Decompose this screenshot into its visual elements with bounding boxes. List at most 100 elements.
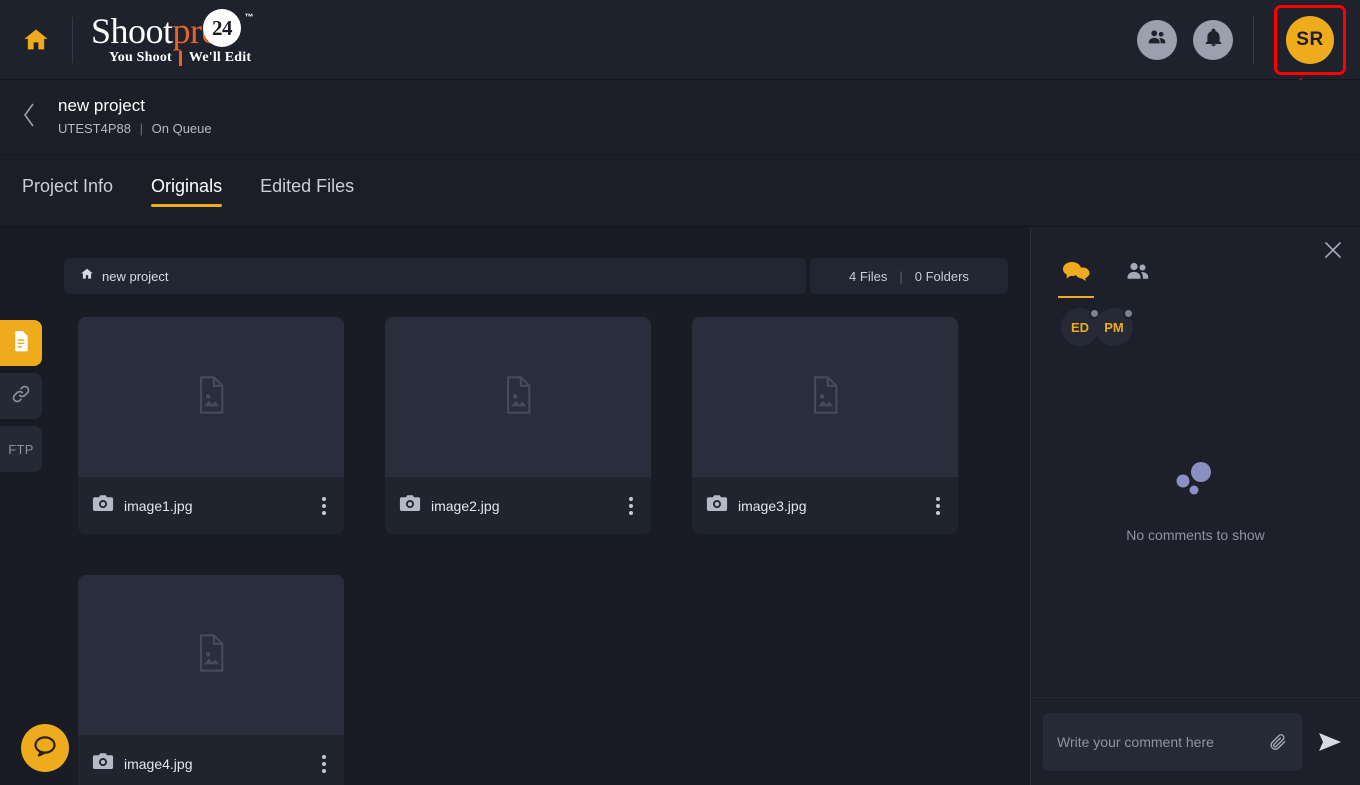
rail-item-link[interactable] <box>0 373 42 419</box>
panel-tab-members[interactable] <box>1125 260 1151 298</box>
paperclip-icon[interactable] <box>1268 732 1288 752</box>
tagline-right: We'll Edit <box>189 50 251 66</box>
file-card[interactable]: image4.jpg <box>78 575 344 785</box>
breadcrumb-path: new project <box>102 269 168 284</box>
file-card-footer: image2.jpg <box>385 477 651 534</box>
trademark-icon: ™ <box>245 0 254 35</box>
logo-badge-text: 24 <box>212 10 232 46</box>
project-sub-separator: | <box>140 121 143 136</box>
link-icon <box>10 383 32 410</box>
rail-item-ftp[interactable]: FTP <box>0 426 42 472</box>
breadcrumb[interactable]: new project <box>64 258 806 294</box>
member-avatar[interactable]: PM <box>1095 308 1133 346</box>
topbar-right-divider <box>1253 16 1254 64</box>
page-title: new project <box>58 95 212 117</box>
tab-project-info[interactable]: Project Info <box>22 175 113 207</box>
home-icon <box>21 26 51 54</box>
status-badge: On Queue <box>152 121 212 136</box>
user-avatar-wrapper: SR <box>1274 5 1346 75</box>
tab-originals[interactable]: Originals <box>151 175 222 207</box>
team-button[interactable] <box>1137 20 1177 60</box>
file-name: image4.jpg <box>124 756 306 772</box>
notifications-button[interactable] <box>1193 20 1233 60</box>
file-counts: 4 Files | 0 Folders <box>810 258 1008 294</box>
tagline-left: You Shoot <box>109 50 172 66</box>
side-rail: FTP <box>0 320 42 479</box>
file-card-footer: image3.jpg <box>692 477 958 534</box>
people-icon <box>1146 26 1168 53</box>
project-code: UTEST4P88 <box>58 121 131 136</box>
bell-icon <box>1203 27 1224 53</box>
project-subtitle: UTEST4P88 | On Queue <box>58 119 212 139</box>
empty-state-text: No comments to show <box>1126 527 1265 543</box>
image-placeholder-icon <box>808 375 842 420</box>
tab-bar: Project Info Originals Edited Files <box>0 155 1360 227</box>
camera-icon <box>706 494 728 518</box>
image-placeholder-icon <box>194 633 228 678</box>
file-card[interactable]: image2.jpg <box>385 317 651 534</box>
file-card-footer: image4.jpg <box>78 735 344 785</box>
file-thumbnail <box>78 317 344 477</box>
more-vertical-icon[interactable] <box>316 749 332 779</box>
folders-count: 0 Folders <box>915 269 969 284</box>
close-icon[interactable] <box>1322 239 1344 261</box>
file-grid: image1.jpg <box>42 294 1030 785</box>
comments-panel: ED PM No comments to show <box>1030 227 1360 785</box>
topbar-divider <box>72 17 73 63</box>
status-dot-icon <box>1123 308 1134 319</box>
image-placeholder-icon <box>501 375 535 420</box>
app-root: Shoot pro 24 ™ You Shoot We'll Edit <box>0 0 1360 785</box>
tab-edited-files[interactable]: Edited Files <box>260 175 354 207</box>
avatar[interactable]: SR <box>1286 16 1334 64</box>
logo-tagline: You Shoot We'll Edit <box>109 50 251 66</box>
more-vertical-icon[interactable] <box>930 491 946 521</box>
file-browser: new project 4 Files | 0 Folders <box>42 227 1030 785</box>
chat-bubble-icon <box>32 734 58 763</box>
member-avatar[interactable]: ED <box>1061 308 1099 346</box>
logo-word-shoot: Shoot <box>91 13 173 49</box>
people-icon <box>1125 269 1151 286</box>
more-vertical-icon[interactable] <box>623 491 639 521</box>
file-card[interactable]: image3.jpg <box>692 317 958 534</box>
top-bar: Shoot pro 24 ™ You Shoot We'll Edit <box>0 0 1360 80</box>
panel-tab-comments[interactable] <box>1061 260 1091 298</box>
file-name: image3.jpg <box>738 498 920 514</box>
more-vertical-icon[interactable] <box>316 491 332 521</box>
send-icon[interactable] <box>1312 730 1348 754</box>
home-button[interactable] <box>0 0 72 80</box>
file-name: image1.jpg <box>124 498 306 514</box>
comment-input[interactable] <box>1057 734 1268 750</box>
file-card-footer: image1.jpg <box>78 477 344 534</box>
brand-logo[interactable]: Shoot pro 24 ™ You Shoot We'll Edit <box>91 13 251 66</box>
camera-icon <box>92 494 114 518</box>
logo-wordmark: Shoot pro 24 ™ <box>91 13 241 49</box>
home-small-icon <box>80 267 94 286</box>
member-initials: ED <box>1071 320 1089 335</box>
comment-composer <box>1031 697 1360 785</box>
bubbles-icon <box>1173 460 1219 505</box>
file-name: image2.jpg <box>431 498 613 514</box>
panel-tab-bar <box>1031 227 1360 298</box>
camera-icon <box>92 752 114 776</box>
comment-box[interactable] <box>1043 713 1302 771</box>
member-initials: PM <box>1104 320 1124 335</box>
tagline-divider <box>179 51 182 66</box>
logo-badge-24: 24 ™ <box>203 9 241 47</box>
chevron-left-icon <box>21 101 37 134</box>
document-icon <box>11 330 31 357</box>
files-count: 4 Files <box>849 269 887 284</box>
chat-bubbles-icon <box>1061 271 1091 288</box>
image-placeholder-icon <box>194 375 228 420</box>
rail-item-ftp-label: FTP <box>8 442 33 457</box>
chat-fab-button[interactable] <box>21 724 69 772</box>
breadcrumb-bar: new project 4 Files | 0 Folders <box>42 227 1030 294</box>
project-meta: new project UTEST4P88 | On Queue <box>58 95 212 139</box>
file-thumbnail <box>692 317 958 477</box>
empty-state: No comments to show <box>1031 306 1360 697</box>
file-card[interactable]: image1.jpg <box>78 317 344 534</box>
file-thumbnail <box>385 317 651 477</box>
rail-item-files[interactable] <box>0 320 42 366</box>
file-thumbnail <box>78 575 344 735</box>
back-button[interactable] <box>0 80 58 155</box>
camera-icon <box>399 494 421 518</box>
